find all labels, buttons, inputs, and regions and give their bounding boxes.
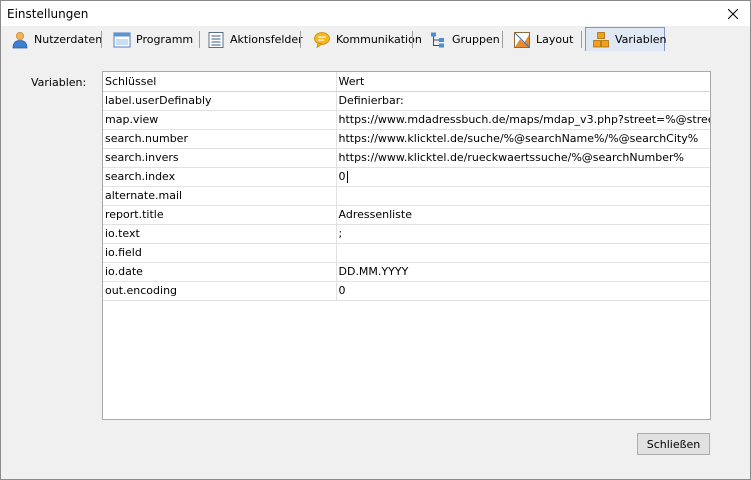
- row-key[interactable]: search.number: [103, 129, 337, 149]
- title-bar: Einstellungen: [1, 1, 750, 26]
- column-header-value[interactable]: Wert: [336, 72, 710, 92]
- row-value[interactable]: [336, 243, 710, 263]
- tab-label: Layout: [536, 33, 574, 46]
- tab-label: Nutzerdaten: [34, 33, 103, 46]
- tab-gruppen[interactable]: Gruppen: [423, 28, 503, 51]
- tab-label: Gruppen: [452, 33, 500, 46]
- variables-table[interactable]: Schlüssel Wert label.userDefinably Defin…: [102, 71, 711, 420]
- column-header-key[interactable]: Schlüssel: [103, 72, 337, 92]
- row-key[interactable]: alternate.mail: [103, 186, 337, 206]
- row-key[interactable]: map.view: [103, 110, 337, 130]
- table-row[interactable]: out.encoding 0: [103, 281, 710, 301]
- table-row[interactable]: io.text ;: [103, 224, 710, 244]
- tab-bar: Nutzerdaten Programm Aktionsfelder Kommu…: [1, 26, 750, 52]
- tab-layout[interactable]: Layout: [507, 28, 582, 51]
- table-row[interactable]: search.index 0: [103, 167, 710, 187]
- row-value[interactable]: https://www.klicktel.de/rueckwaertssuche…: [336, 148, 710, 168]
- layout-icon: [514, 31, 530, 48]
- table-row[interactable]: label.userDefinably Definierbar:: [103, 91, 710, 111]
- table-header-row: Schlüssel Wert: [103, 72, 710, 92]
- tab-label: Programm: [136, 33, 194, 46]
- list-icon: [208, 31, 224, 48]
- table-row[interactable]: io.field: [103, 243, 710, 263]
- window-title: Einstellungen: [7, 7, 89, 21]
- row-value[interactable]: ;: [336, 224, 710, 244]
- boxes-icon: [593, 31, 609, 47]
- row-value[interactable]: DD.MM.YYYY: [336, 262, 710, 282]
- tab-label: Variablen: [615, 33, 667, 46]
- tab-variablen[interactable]: Variablen: [585, 27, 667, 52]
- window-close-button[interactable]: [716, 1, 750, 26]
- tab-label: Kommunikation: [336, 33, 422, 46]
- tab-nutzerdaten[interactable]: Nutzerdaten: [5, 28, 102, 51]
- tree-icon: [431, 32, 444, 47]
- row-value[interactable]: Definierbar:: [336, 91, 710, 111]
- tab-aktionsfelder[interactable]: Aktionsfelder: [201, 28, 303, 51]
- row-key[interactable]: out.encoding: [103, 281, 337, 301]
- row-key[interactable]: io.text: [103, 224, 337, 244]
- window-icon: [113, 32, 131, 47]
- row-key[interactable]: search.index: [103, 167, 337, 187]
- variables-grid: Schlüssel Wert label.userDefinably Defin…: [103, 72, 710, 301]
- table-row[interactable]: search.invers https://www.klicktel.de/ru…: [103, 148, 710, 168]
- row-key[interactable]: report.title: [103, 205, 337, 225]
- table-row[interactable]: search.number https://www.klicktel.de/su…: [103, 129, 710, 149]
- row-value[interactable]: https://www.klicktel.de/suche/%@searchNa…: [336, 129, 710, 149]
- text-caret: [346, 171, 348, 183]
- table-row[interactable]: map.view https://www.mdadressbuch.de/map…: [103, 110, 710, 130]
- row-value[interactable]: https://www.mdadressbuch.de/maps/mdap_v3…: [336, 110, 710, 130]
- tab-label: Aktionsfelder: [230, 33, 303, 46]
- row-key[interactable]: io.date: [103, 262, 337, 282]
- row-key[interactable]: io.field: [103, 243, 337, 263]
- row-value[interactable]: [336, 186, 710, 206]
- cell-editor-text[interactable]: 0: [339, 170, 346, 183]
- variables-label: Variablen:: [31, 76, 87, 89]
- row-key[interactable]: label.userDefinably: [103, 91, 337, 111]
- speech-bubble-icon: [314, 31, 330, 48]
- user-icon: [12, 31, 28, 48]
- variables-panel: Variablen: Schlüssel Wert label.userDefi…: [1, 51, 750, 479]
- row-value[interactable]: Adressenliste: [336, 205, 710, 225]
- close-icon: [728, 8, 738, 19]
- close-dialog-button[interactable]: Schließen: [637, 433, 710, 455]
- tab-kommunikation[interactable]: Kommunikation: [307, 28, 422, 51]
- table-row[interactable]: report.title Adressenliste: [103, 205, 710, 225]
- settings-window: Einstellungen Nutzerdaten Programm Aktio…: [0, 0, 751, 480]
- tab-programm[interactable]: Programm: [107, 28, 200, 51]
- table-row[interactable]: alternate.mail: [103, 186, 710, 206]
- row-value-editing[interactable]: 0: [336, 167, 710, 187]
- table-row[interactable]: io.date DD.MM.YYYY: [103, 262, 710, 282]
- row-value[interactable]: 0: [336, 281, 710, 301]
- row-key[interactable]: search.invers: [103, 148, 337, 168]
